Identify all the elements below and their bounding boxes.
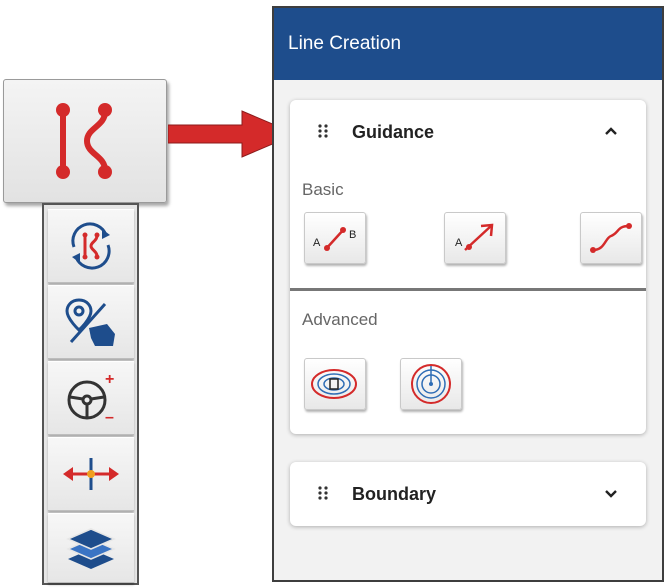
- guidance-title: Guidance: [352, 122, 435, 142]
- boundary-card[interactable]: Boundary: [290, 462, 646, 526]
- guidance-lines-tool-button[interactable]: [3, 79, 167, 203]
- pivot-field-icon: [311, 369, 357, 399]
- nudge-icon: [63, 458, 119, 490]
- steering-minus-label: –: [105, 409, 114, 426]
- curve-line-button[interactable]: [580, 212, 642, 264]
- a-plus-heading-icon: A: [455, 223, 494, 251]
- guidance-line-icon: [56, 103, 112, 179]
- a-plus-heading-button[interactable]: A: [444, 212, 506, 264]
- steering-adjust-button[interactable]: + –: [48, 361, 134, 435]
- advanced-section-label: Advanced: [302, 310, 378, 329]
- guidance-card: Guidance Basic A B A Advanced: [290, 100, 646, 434]
- circle-pivot-icon: [411, 364, 451, 404]
- ab-line-b-label: B: [349, 229, 356, 241]
- boundary-title: Boundary: [352, 484, 437, 504]
- heading-a-label: A: [455, 237, 463, 249]
- steering-wheel-icon: + –: [67, 371, 114, 426]
- curve-line-icon: [590, 223, 632, 253]
- chevron-down-icon[interactable]: [604, 488, 618, 498]
- panel-title: Line Creation: [288, 33, 402, 54]
- layers-button[interactable]: [48, 513, 134, 583]
- steering-plus-label: +: [105, 371, 114, 388]
- ab-line-a-label: A: [313, 237, 321, 249]
- field-boundary-button[interactable]: [48, 285, 134, 359]
- section-divider: [290, 288, 646, 291]
- line-cycle-icon: [71, 222, 111, 270]
- nudge-button[interactable]: [48, 437, 134, 511]
- boundary-card-header[interactable]: Boundary: [290, 462, 646, 526]
- line-creation-panel: Line Creation Guidance Basic A B A Advan…: [272, 6, 664, 582]
- drag-handle-icon[interactable]: [318, 124, 328, 138]
- left-toolbar: + –: [42, 203, 139, 585]
- pivot-field-button[interactable]: [304, 358, 366, 410]
- panel-header: Line Creation: [274, 8, 662, 80]
- circle-pivot-button[interactable]: [400, 358, 462, 410]
- field-boundary-icon: [65, 298, 115, 346]
- basic-section-label: Basic: [302, 180, 344, 199]
- layers-icon: [66, 528, 116, 569]
- drag-handle-icon[interactable]: [318, 486, 328, 500]
- chevron-up-icon[interactable]: [604, 126, 618, 136]
- ab-line-icon: A B: [313, 227, 356, 251]
- ab-line-button[interactable]: A B: [304, 212, 366, 264]
- guidance-card-header[interactable]: Guidance: [290, 100, 646, 164]
- line-cycle-button[interactable]: [48, 209, 134, 283]
